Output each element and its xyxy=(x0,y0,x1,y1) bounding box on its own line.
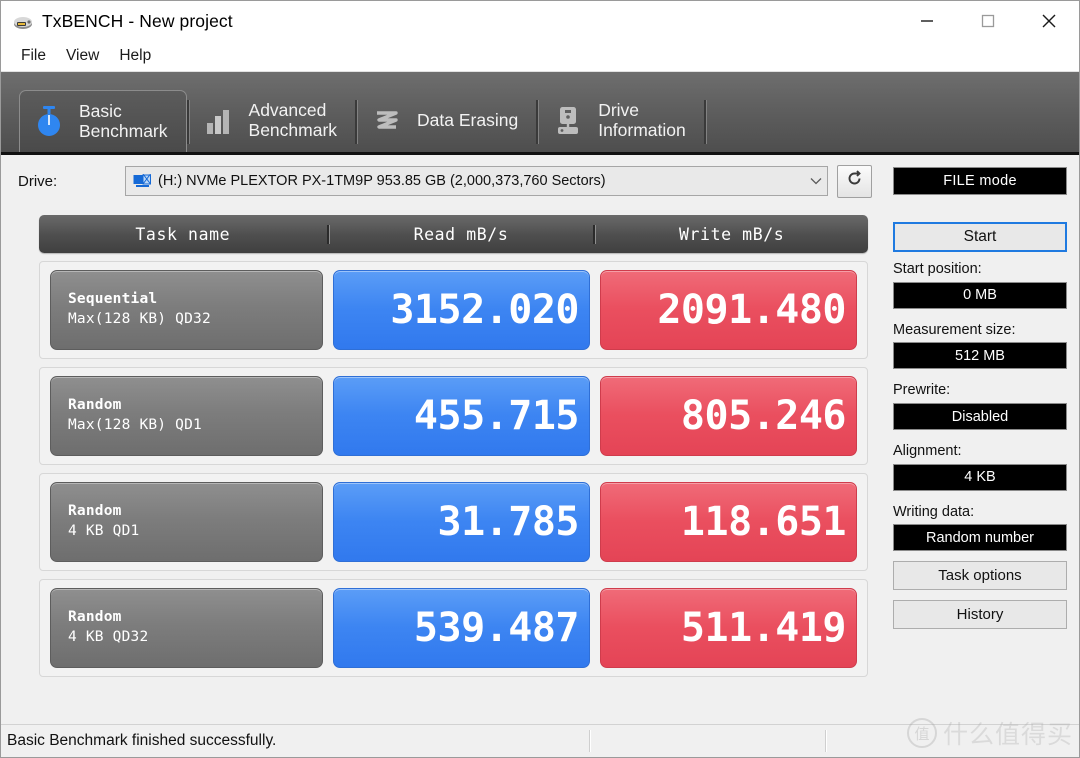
file-mode-indicator[interactable]: FILE mode xyxy=(893,167,1067,195)
read-value-cell: 3152.020 xyxy=(333,270,590,350)
close-button[interactable] xyxy=(1018,1,1079,41)
maximize-button[interactable] xyxy=(957,1,1018,41)
tab-advanced-benchmark-label: Advanced Benchmark xyxy=(248,99,338,140)
writing-data-label: Writing data: xyxy=(893,503,975,520)
prewrite-value[interactable]: Disabled xyxy=(893,403,1067,431)
table-row: Random Max(128 KB) QD1 455.715 805.246 xyxy=(39,367,868,465)
task-name-cell[interactable]: Random Max(128 KB) QD1 xyxy=(50,376,323,456)
refresh-icon xyxy=(844,168,865,194)
menu-item-file[interactable]: File xyxy=(11,45,56,67)
tab-divider-4 xyxy=(703,100,707,144)
bar-chart-icon xyxy=(202,103,236,139)
drive-label: Drive: xyxy=(18,172,58,190)
start-position-label: Start position: xyxy=(893,261,982,277)
left-column: Drive: (H:) NVMe PLEXTOR PX-1TM9P 953.85… xyxy=(1,155,885,724)
title-bar: TxBENCH - New project xyxy=(1,1,1079,41)
drive-selected-value: (H:) NVMe PLEXTOR PX-1TM9P 953.85 GB (2,… xyxy=(158,173,606,189)
start-button[interactable]: Start xyxy=(893,222,1067,252)
table-row: Random 4 KB QD1 31.785 118.651 xyxy=(39,473,868,571)
refresh-drives-button[interactable] xyxy=(837,164,872,198)
table-header-row: Task name Read mB/s Write mB/s xyxy=(39,215,868,253)
task-name-cell[interactable]: Random 4 KB QD1 xyxy=(50,482,323,562)
stopwatch-icon xyxy=(32,104,66,140)
title-bar-left: TxBENCH - New project xyxy=(1,11,896,32)
status-segment-middle xyxy=(591,725,825,757)
task-name-cell[interactable]: Sequential Max(128 KB) QD32 xyxy=(50,270,323,350)
task-options-button[interactable]: Task options xyxy=(893,561,1067,591)
column-header-read: Read mB/s xyxy=(326,224,594,244)
table-row: Sequential Max(128 KB) QD32 3152.020 209… xyxy=(39,261,868,359)
drive-selection-row: Drive: (H:) NVMe PLEXTOR PX-1TM9P 953.85… xyxy=(1,155,885,207)
table-row: Random 4 KB QD32 539.487 511.419 xyxy=(39,579,868,677)
task-name-line2: 4 KB QD32 xyxy=(68,629,149,645)
status-segment-right xyxy=(827,725,1079,757)
write-value-cell: 511.419 xyxy=(600,588,857,668)
window-controls xyxy=(896,1,1079,41)
tab-strip: Basic Benchmark Advanced Benchmark Data … xyxy=(1,72,1079,155)
body-area: Drive: (H:) NVMe PLEXTOR PX-1TM9P 953.85… xyxy=(1,155,1079,724)
txbench-window: TxBENCH - New project File View Help Bas… xyxy=(0,0,1080,758)
drive-app-icon xyxy=(12,11,34,31)
drive-info-icon xyxy=(551,103,585,139)
tab-data-erasing[interactable]: Data Erasing xyxy=(358,89,536,152)
tab-drive-information[interactable]: Drive Information xyxy=(539,89,704,152)
read-value-cell: 539.487 xyxy=(333,588,590,668)
task-name-line2: 4 KB QD1 xyxy=(68,523,140,539)
history-button[interactable]: History xyxy=(893,600,1067,630)
prewrite-label: Prewrite: xyxy=(893,382,951,399)
tab-data-erasing-label: Data Erasing xyxy=(417,109,519,130)
tab-advanced-benchmark[interactable]: Advanced Benchmark xyxy=(190,89,356,152)
results-table: Task name Read mB/s Write mB/s Sequentia… xyxy=(39,215,868,677)
task-name-line1: Random xyxy=(68,503,122,520)
drive-select[interactable]: (H:) NVMe PLEXTOR PX-1TM9P 953.85 GB (2,… xyxy=(125,166,828,196)
read-value-cell: 455.715 xyxy=(333,376,590,456)
task-name-line1: Sequential xyxy=(68,291,158,308)
task-name-line2: Max(128 KB) QD32 xyxy=(68,311,211,327)
drive-volume-icon xyxy=(133,173,152,189)
status-message: Basic Benchmark finished successfully. xyxy=(7,732,277,749)
measurement-size-label: Measurement size: xyxy=(893,321,1016,338)
task-name-cell[interactable]: Random 4 KB QD32 xyxy=(50,588,323,668)
task-name-line1: Random xyxy=(68,397,122,414)
window-title: TxBENCH - New project xyxy=(42,10,233,31)
menu-bar: File View Help xyxy=(1,41,1079,72)
eraser-wave-icon xyxy=(370,103,404,139)
menu-item-view[interactable]: View xyxy=(56,45,109,67)
writing-data-value[interactable]: Random number xyxy=(893,524,1067,552)
right-sidebar: FILE mode Start Start position: 0 MB Mea… xyxy=(885,155,1079,724)
write-value-cell: 118.651 xyxy=(600,482,857,562)
alignment-label: Alignment: xyxy=(893,443,962,460)
tab-basic-benchmark[interactable]: Basic Benchmark xyxy=(19,90,187,152)
status-bar: Basic Benchmark finished successfully. 值… xyxy=(1,718,1079,757)
task-name-line2: Max(128 KB) QD1 xyxy=(68,417,202,433)
measurement-size-value[interactable]: 512 MB xyxy=(893,342,1067,370)
tab-drive-information-label: Drive Information xyxy=(598,99,686,140)
tab-basic-benchmark-label: Basic Benchmark xyxy=(79,100,168,141)
menu-item-help[interactable]: Help xyxy=(109,45,161,67)
column-header-write: Write mB/s xyxy=(593,224,868,244)
chevron-down-icon[interactable] xyxy=(805,177,827,185)
start-position-value[interactable]: 0 MB xyxy=(893,281,1067,309)
alignment-value[interactable]: 4 KB xyxy=(893,463,1067,491)
write-value-cell: 805.246 xyxy=(600,376,857,456)
task-name-line1: Random xyxy=(68,609,122,626)
write-value-cell: 2091.480 xyxy=(600,270,857,350)
minimize-button[interactable] xyxy=(896,1,957,41)
column-header-task-name: Task name xyxy=(135,224,231,244)
read-value-cell: 31.785 xyxy=(333,482,590,562)
